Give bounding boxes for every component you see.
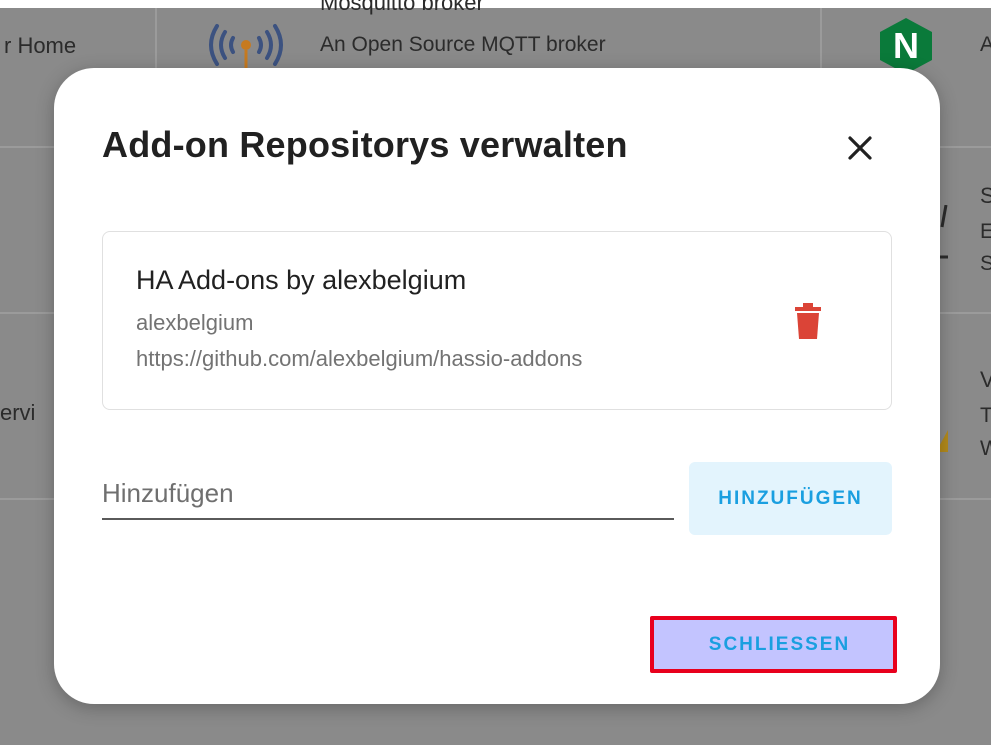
repository-name: HA Add-ons by alexbelgium (136, 265, 467, 295)
row-divider (0, 498, 54, 500)
bg-card-fragment: A (980, 33, 991, 56)
row-divider (940, 498, 991, 500)
card-divider (155, 8, 157, 68)
bg-icon-fragment (940, 204, 950, 270)
repository-url: https://github.com/alexbelgium/hassio-ad… (136, 346, 583, 371)
bg-card-fragment: T (980, 404, 991, 427)
page: r Home Mosquitto broker An Open Source M… (0, 0, 991, 745)
bg-card-fragment: S (980, 252, 991, 275)
repository-card: HA Add-ons by alexbelgium alexbelgium ht… (102, 231, 892, 410)
add-repository-input[interactable] (102, 468, 674, 520)
row-divider (940, 146, 991, 148)
bg-card-title: Mosquitto broker (320, 0, 484, 15)
delete-repository-button[interactable] (788, 299, 828, 343)
bg-card-description: An Open Source MQTT broker (320, 33, 606, 56)
bg-card-fragment: E (980, 220, 991, 243)
trash-icon (795, 303, 821, 339)
row-divider (940, 312, 991, 314)
dialog-title: Add-on Repositorys verwalten (102, 124, 628, 165)
manage-repositories-dialog: Add-on Repositorys verwalten HA Add-ons … (54, 68, 940, 704)
top-edge (0, 0, 991, 8)
card-divider (820, 8, 822, 68)
bg-card-fragment: S (980, 183, 991, 208)
row-divider (0, 146, 54, 148)
close-dialog-button[interactable] (840, 128, 880, 168)
bg-card-fragment: W (980, 437, 991, 460)
mosquitto-broadcast-icon (203, 22, 289, 73)
close-button[interactable]: SCHLIESSEN (650, 616, 897, 673)
bg-card-fragment: ervi (0, 400, 36, 425)
repository-owner: alexbelgium (136, 310, 254, 335)
close-icon (848, 136, 872, 160)
add-repository-button[interactable]: HINZUFÜGEN (689, 462, 892, 535)
bg-card-fragment: V (980, 367, 991, 392)
bg-card-title: r Home (4, 33, 77, 58)
row-divider (0, 312, 54, 314)
svg-text:N: N (893, 25, 919, 66)
